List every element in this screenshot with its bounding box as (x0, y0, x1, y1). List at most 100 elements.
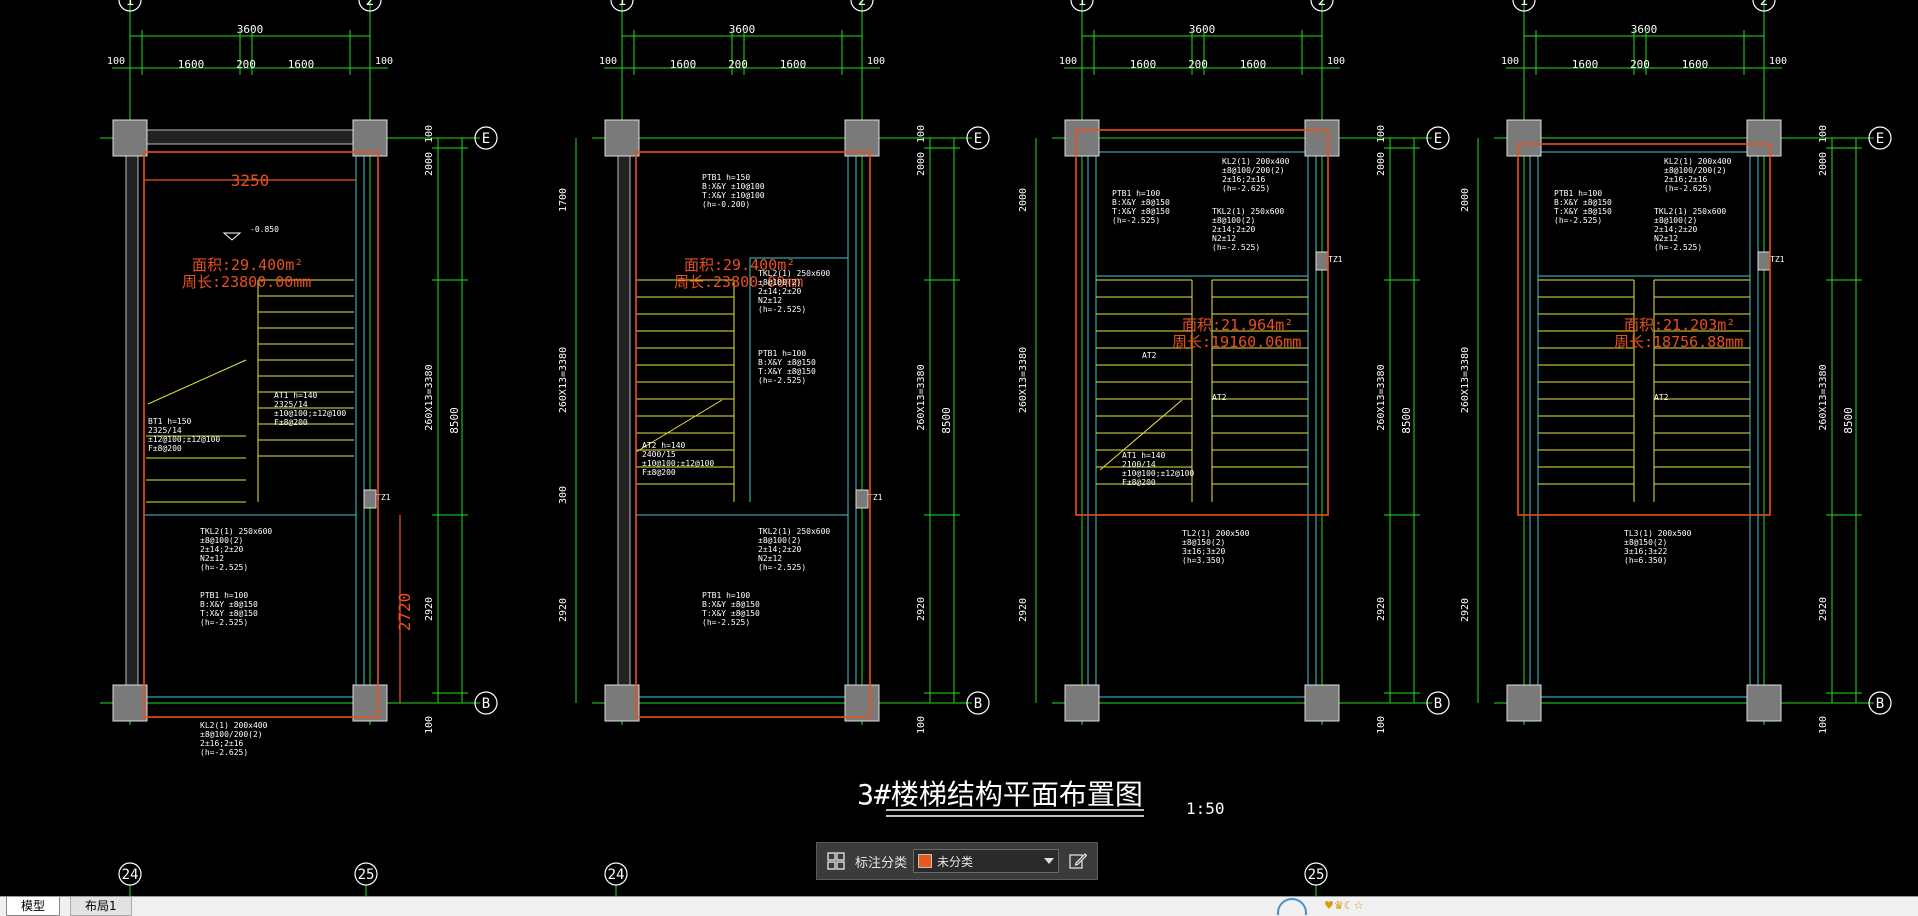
plan-1-column (352, 684, 388, 722)
plan-3-dim-text: 3600 (1189, 23, 1216, 36)
annotation-toolbar: 标注分类 未分类 (816, 842, 1099, 880)
plan-2-dim-text: 2000 (916, 152, 927, 176)
plan-2-at-note: ±10@100;±12@100 (642, 459, 714, 468)
plan-3-dim-text: 100 (1059, 56, 1077, 67)
plan-2-tkl-note: 2±14;2±20 (758, 287, 802, 296)
plan-1-level-marker (222, 232, 242, 241)
bottom-axis-bubble-0: 24 (122, 867, 139, 883)
plan-2-at-note: 2400/15 (642, 450, 676, 459)
edit-icon (1069, 853, 1088, 869)
drawing-title: 3#楼梯结构平面布置图 (857, 778, 1143, 811)
plan-1-area-text: 面积:29.400m² (192, 256, 303, 274)
plan-3-at-note: AT1 h=140 (1122, 451, 1166, 460)
tab-layout1[interactable]: 布局1 (70, 897, 132, 916)
plan-4-dim-text: 2000 (1460, 188, 1471, 212)
plan-3-dim-text: 2000 (1376, 152, 1387, 176)
layout-tab-bar: 模型 布局1 ♥♛☾☆ (0, 896, 1918, 916)
plan-1-column-tz (363, 489, 377, 509)
plan-3-column-tz (1315, 251, 1329, 271)
plan-2-dim-text: 1700 (558, 188, 569, 212)
plan-1-dim-text: 1600 (178, 58, 205, 71)
plan-1-dim-text: 1600 (288, 58, 315, 71)
plan-3-area-text: 面积:21.964m² (1182, 316, 1293, 334)
category-color-swatch (918, 854, 933, 868)
annotation-category-label: 标注分类 (855, 855, 908, 871)
plan-4-row-bubble: B (1876, 696, 1884, 712)
plan-2-area-boundary (635, 151, 871, 718)
plan-1-pt-note: ±12@100;±12@100 (148, 435, 220, 444)
plan-3-kl-note: ±8@100/200(2) (1222, 166, 1285, 175)
plan-4-dim-text: 100 (1501, 56, 1519, 67)
plan-1-at-note: 2325/14 (274, 400, 308, 409)
plan-2-pt-note: B:X&Y ±10@100 (702, 182, 765, 191)
plan-4-ptb-note: T:X&Y ±8@150 (1554, 207, 1612, 216)
plan-4-ptb-note: PTB1 h=100 (1554, 189, 1602, 198)
plan-2-dim-text: 1600 (780, 58, 807, 71)
plan-4-kl-note: ±8@100/200(2) (1664, 166, 1727, 175)
plan-2-tkl-note: (h=-2.525) (758, 305, 806, 314)
plan-1-pt-note: F±8@200 (148, 444, 182, 453)
plan-3-dim-text: 260X13=3380 (1018, 347, 1029, 413)
plan-2-column (604, 684, 640, 722)
plan-2-dim-text: 8500 (940, 407, 953, 434)
plan-1-level-text: -0.850 (250, 225, 279, 234)
plan-4-kl-note: 2±16;2±16 (1664, 175, 1708, 184)
plan-3-at-note: F±8@200 (1122, 478, 1156, 487)
plan-2-dim-text: 100 (599, 56, 617, 67)
plan-1-column (112, 684, 148, 722)
plan-4-at-label: AT2 (1654, 393, 1669, 402)
plan-1-perimeter-text: 周长:23800.00mm (182, 273, 311, 291)
plan-3-tkl-note: ±8@100(2) (1212, 216, 1255, 225)
bottom-axis-bubble-2: 24 (608, 867, 625, 883)
grid-icon (827, 852, 845, 870)
plan-1-dim-text: 8500 (448, 407, 461, 434)
plan-3-tl-note: TL2(1) 200x500 (1182, 529, 1250, 538)
tab-model[interactable]: 模型 (6, 897, 61, 916)
plan-2-at-note: F±8@200 (642, 468, 676, 477)
plan-2-dim-text: 260X13=3380 (916, 364, 927, 430)
chevron-down-icon (1044, 858, 1055, 864)
plan-2-ptb-note: B:X&Y ±8@150 (702, 600, 760, 609)
drawing-scale: 1:50 (1186, 799, 1225, 818)
plan-2-dim-text: 3600 (729, 23, 756, 36)
plan-1-axis-bubble: 2 (366, 0, 374, 9)
annotation-category-select[interactable]: 未分类 (913, 849, 1060, 873)
plan-4-dim-text: 2000 (1818, 152, 1829, 176)
plan-3-row-bubble: E (1434, 131, 1442, 147)
plan-2-ptb-note: (h=-2.525) (702, 618, 750, 627)
plan-4-perimeter-text: 周长:18756.88mm (1614, 333, 1743, 351)
plan-1-dim-text: 100 (424, 716, 435, 734)
plan-2-dim-text: 100 (867, 56, 885, 67)
plan-1-at-note: F±8@200 (274, 418, 308, 427)
plan-2-column (844, 119, 880, 157)
plan-3-ptb-note: PTB1 h=100 (1112, 189, 1160, 198)
drawing-sheet[interactable]: 1 2 3600 100 1600 200 1600 100 E B 2000 260X13=3380… (0, 0, 1918, 896)
plan-2-tkl-note: TKL2(1) 250x600 (758, 269, 830, 278)
grid-view-button[interactable] (823, 848, 849, 874)
plan-4-dim-text: 100 (1818, 716, 1829, 734)
plan-2-ptb-note: T:X&Y ±8@150 (758, 367, 816, 376)
plan-3-column (1304, 119, 1340, 157)
plan-2-dim-text: 300 (558, 486, 569, 504)
plan-2-dim-text: 100 (916, 716, 927, 734)
plan-4-tl-note: ±8@150(2) (1624, 538, 1667, 547)
plan-4-tkl-note: N2±12 (1654, 234, 1678, 243)
plan-1-at-note: ±10@100;±12@100 (274, 409, 346, 418)
plan-2-ptb-note: B:X&Y ±8@150 (758, 358, 816, 367)
plan-2-dim-text: 2920 (558, 598, 569, 622)
cad-canvas[interactable]: 1 2 3600 100 1600 200 1600 100 E B 2000 260X13=3380… (0, 0, 1918, 896)
plan-2-row-bubble: E (974, 131, 982, 147)
bottom-axis-bubble-1: 25 (358, 867, 375, 883)
plan-2-dim-text: 260X13=3380 (558, 347, 569, 413)
plan-4-axis-bubble: 2 (1760, 0, 1768, 9)
plan-4-kl-note: (h=-2.625) (1664, 184, 1712, 193)
edit-annotation-button[interactable] (1065, 848, 1091, 874)
plan-4-axis-bubble: 1 (1520, 0, 1528, 9)
plan-1-ptb-note: B:X&Y ±8@150 (200, 600, 258, 609)
plan-3-dim-text: 2920 (1018, 598, 1029, 622)
plan-1-dim-text: 100 (107, 56, 125, 67)
category-selected-value: 未分类 (937, 854, 974, 869)
plan-3-tkl-note: 2±14;2±20 (1212, 225, 1256, 234)
plan-3-dim-text: 1600 (1130, 58, 1157, 71)
plan-1-at-note: AT1 h=140 (274, 391, 318, 400)
